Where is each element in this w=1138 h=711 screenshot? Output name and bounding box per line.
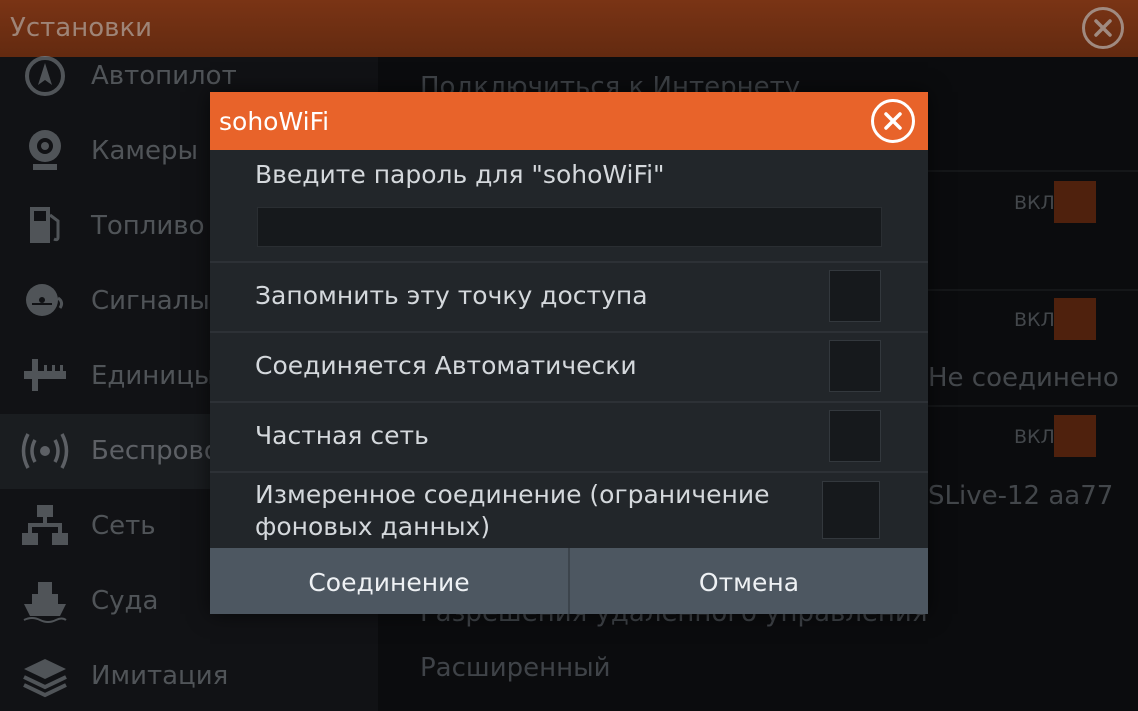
cancel-button[interactable]: Отмена xyxy=(570,548,928,614)
dialog-title: sohoWiFi xyxy=(219,107,330,136)
option-remember-ap[interactable]: Запомнить эту точку доступа xyxy=(210,263,928,331)
dialog-header: sohoWiFi xyxy=(210,92,928,150)
connect-button[interactable]: Соединение xyxy=(210,548,568,614)
close-icon[interactable] xyxy=(1082,7,1124,49)
option-label: Соединяется Автоматически xyxy=(255,351,637,380)
option-metered-connection[interactable]: Измеренное соединение (ограничение фонов… xyxy=(210,473,928,548)
option-private-network[interactable]: Частная сеть xyxy=(210,403,928,471)
option-label: Запомнить эту точку доступа xyxy=(255,281,648,310)
metered-connection-checkbox[interactable] xyxy=(822,481,880,539)
cancel-button-label: Отмена xyxy=(698,568,800,597)
option-label: Измеренное соединение (ограничение фонов… xyxy=(255,480,770,541)
auto-connect-checkbox[interactable] xyxy=(829,340,881,392)
dialog-footer: Соединение Отмена xyxy=(210,548,928,614)
option-label: Частная сеть xyxy=(255,421,429,450)
password-prompt: Введите пароль для "sohoWiFi" xyxy=(255,160,665,189)
remember-ap-checkbox[interactable] xyxy=(829,270,881,322)
private-network-checkbox[interactable] xyxy=(829,410,881,462)
wifi-password-dialog: sohoWiFi Введите пароль для "sohoWiFi" З… xyxy=(210,92,928,614)
option-auto-connect[interactable]: Соединяется Автоматически xyxy=(210,333,928,401)
password-input[interactable] xyxy=(257,207,882,247)
close-icon[interactable] xyxy=(871,99,915,143)
connect-button-label: Соединение xyxy=(308,568,470,597)
